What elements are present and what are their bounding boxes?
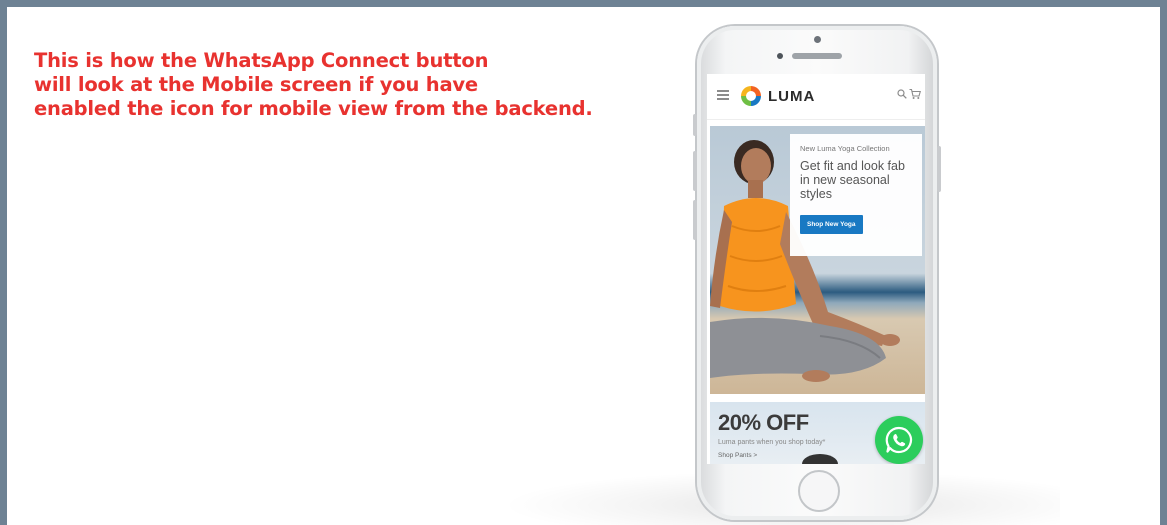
phone-volume-up	[693, 151, 697, 191]
phone-speaker	[792, 53, 842, 59]
phone-power-button	[937, 146, 941, 192]
shop-new-yoga-button[interactable]: Shop New Yoga	[800, 215, 863, 234]
caption-text: This is how the WhatsApp Connect button …	[34, 49, 674, 121]
sensor-icon	[777, 53, 783, 59]
menu-icon[interactable]	[717, 90, 729, 100]
phone-home-button	[798, 470, 840, 512]
phone-mute-switch	[693, 114, 697, 136]
caption-line-2: will look at the Mobile screen if you ha…	[34, 73, 478, 96]
promo-eyebrow: New Luma Yoga Collection	[800, 144, 890, 153]
front-camera-icon	[814, 36, 821, 43]
whatsapp-connect-button[interactable]	[875, 416, 923, 464]
phone-volume-down	[693, 200, 697, 240]
phone-mockup: LUMA New Luma Yoga Collection Get fit an…	[693, 26, 941, 520]
search-icon[interactable]	[897, 89, 907, 99]
store-logo-text[interactable]: LUMA	[768, 88, 815, 105]
hero-banner[interactable]: New Luma Yoga Collection Get fit and loo…	[710, 126, 925, 394]
whatsapp-icon	[885, 426, 913, 454]
promo-headline: Get fit and look fab in new seasonal sty…	[800, 159, 905, 201]
luma-logo-icon[interactable]	[739, 84, 763, 108]
cart-icon[interactable]	[909, 88, 921, 100]
promo-card: New Luma Yoga Collection Get fit and loo…	[790, 134, 922, 256]
caption-line-3: enabled the icon for mobile view from th…	[34, 97, 593, 120]
caption-line-1: This is how the WhatsApp Connect button	[34, 49, 489, 72]
store-header: LUMA	[707, 74, 925, 120]
phone-screen: LUMA New Luma Yoga Collection Get fit an…	[707, 74, 925, 464]
